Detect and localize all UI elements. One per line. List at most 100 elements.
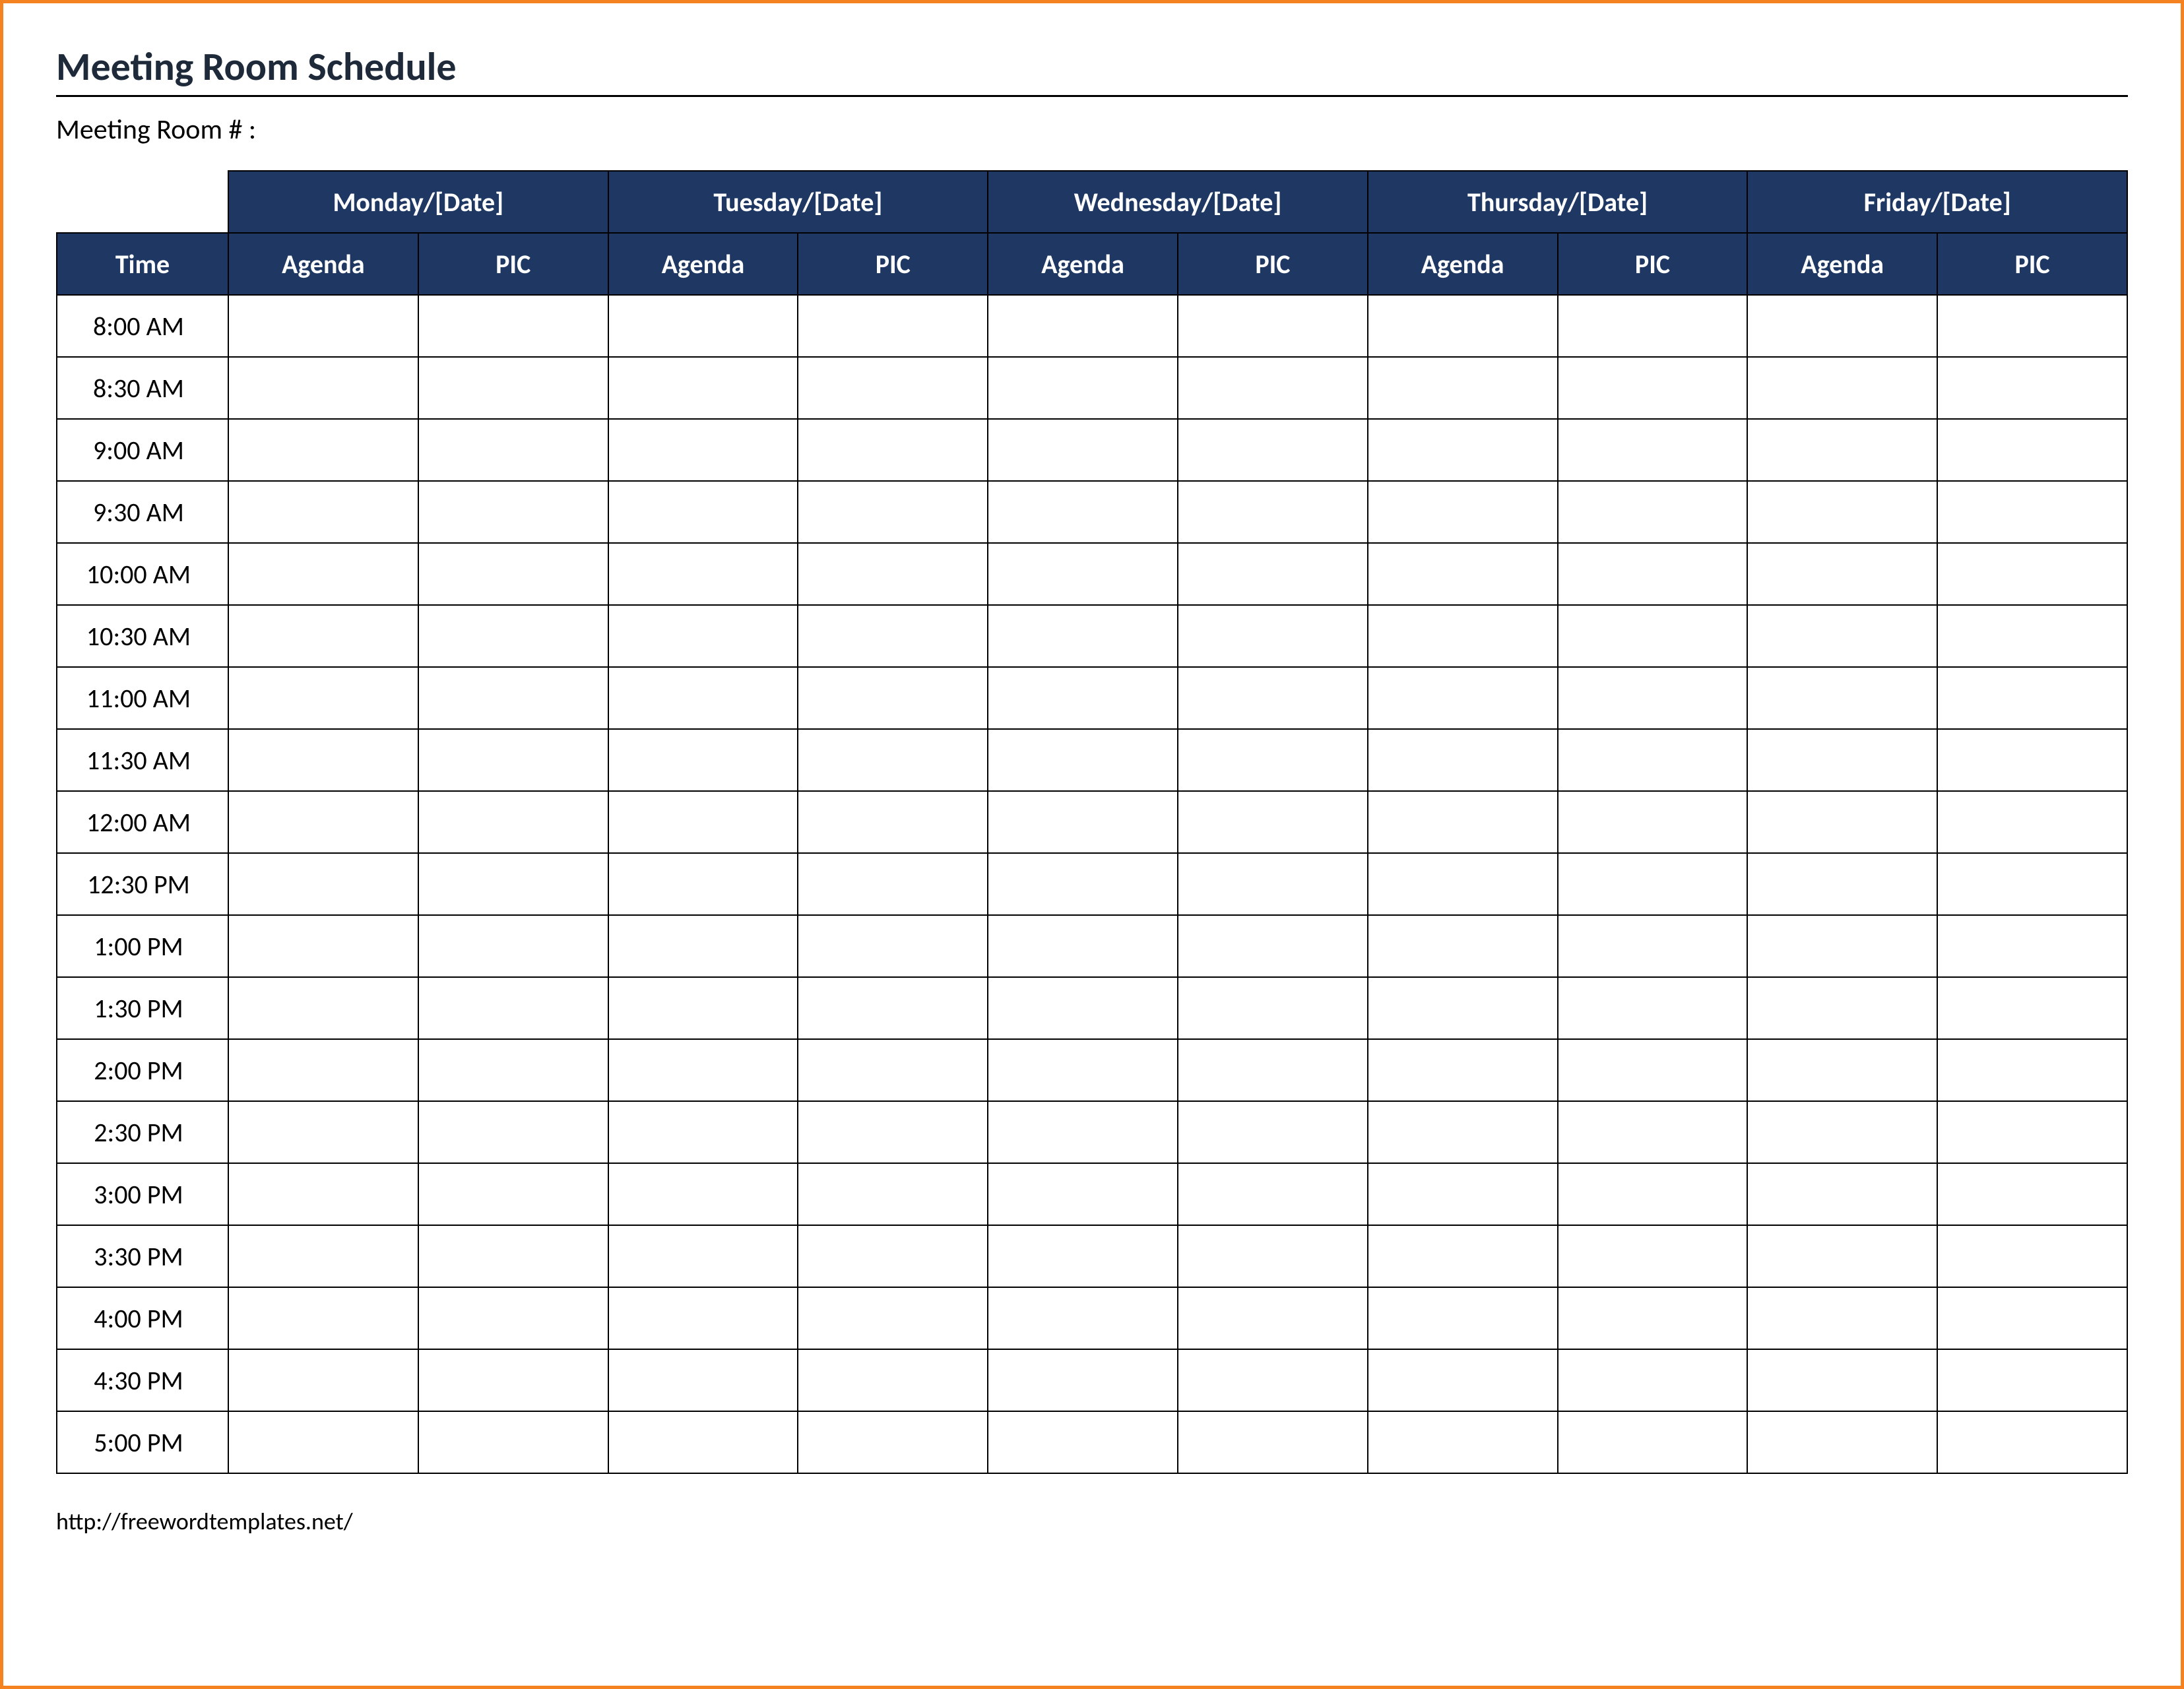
slot-cell[interactable] [988, 853, 1178, 915]
slot-cell[interactable] [1368, 1101, 1558, 1163]
slot-cell[interactable] [1368, 357, 1558, 419]
slot-cell[interactable] [1178, 853, 1368, 915]
slot-cell[interactable] [228, 1411, 418, 1473]
slot-cell[interactable] [988, 1287, 1178, 1349]
slot-cell[interactable] [608, 1349, 798, 1411]
slot-cell[interactable] [1178, 1225, 1368, 1287]
slot-cell[interactable] [418, 605, 608, 667]
slot-cell[interactable] [988, 481, 1178, 543]
slot-cell[interactable] [608, 605, 798, 667]
slot-cell[interactable] [1937, 729, 2127, 791]
slot-cell[interactable] [608, 1225, 798, 1287]
slot-cell[interactable] [1558, 1225, 1748, 1287]
slot-cell[interactable] [228, 1349, 418, 1411]
slot-cell[interactable] [1178, 481, 1368, 543]
slot-cell[interactable] [1747, 543, 1937, 605]
slot-cell[interactable] [418, 915, 608, 977]
slot-cell[interactable] [988, 1101, 1178, 1163]
slot-cell[interactable] [418, 295, 608, 357]
slot-cell[interactable] [988, 543, 1178, 605]
slot-cell[interactable] [1747, 977, 1937, 1039]
slot-cell[interactable] [798, 1411, 988, 1473]
slot-cell[interactable] [1178, 977, 1368, 1039]
slot-cell[interactable] [418, 1039, 608, 1101]
slot-cell[interactable] [1747, 791, 1937, 853]
slot-cell[interactable] [1368, 481, 1558, 543]
slot-cell[interactable] [988, 1349, 1178, 1411]
slot-cell[interactable] [988, 419, 1178, 481]
slot-cell[interactable] [1937, 1225, 2127, 1287]
slot-cell[interactable] [1558, 1039, 1748, 1101]
slot-cell[interactable] [1368, 1163, 1558, 1225]
slot-cell[interactable] [608, 791, 798, 853]
slot-cell[interactable] [228, 1101, 418, 1163]
slot-cell[interactable] [228, 1039, 418, 1101]
slot-cell[interactable] [798, 295, 988, 357]
slot-cell[interactable] [1937, 791, 2127, 853]
slot-cell[interactable] [608, 729, 798, 791]
slot-cell[interactable] [418, 977, 608, 1039]
slot-cell[interactable] [798, 1287, 988, 1349]
slot-cell[interactable] [1368, 543, 1558, 605]
slot-cell[interactable] [988, 295, 1178, 357]
slot-cell[interactable] [1937, 605, 2127, 667]
slot-cell[interactable] [1747, 605, 1937, 667]
slot-cell[interactable] [608, 1163, 798, 1225]
slot-cell[interactable] [608, 977, 798, 1039]
slot-cell[interactable] [1937, 1287, 2127, 1349]
slot-cell[interactable] [1558, 667, 1748, 729]
slot-cell[interactable] [228, 481, 418, 543]
slot-cell[interactable] [1178, 1101, 1368, 1163]
slot-cell[interactable] [988, 605, 1178, 667]
slot-cell[interactable] [608, 295, 798, 357]
slot-cell[interactable] [1368, 1039, 1558, 1101]
slot-cell[interactable] [1178, 729, 1368, 791]
slot-cell[interactable] [418, 729, 608, 791]
slot-cell[interactable] [1747, 1039, 1937, 1101]
slot-cell[interactable] [1558, 481, 1748, 543]
slot-cell[interactable] [1747, 1287, 1937, 1349]
slot-cell[interactable] [798, 791, 988, 853]
slot-cell[interactable] [228, 853, 418, 915]
slot-cell[interactable] [1558, 1411, 1748, 1473]
slot-cell[interactable] [1937, 1349, 2127, 1411]
slot-cell[interactable] [228, 729, 418, 791]
slot-cell[interactable] [1178, 791, 1368, 853]
slot-cell[interactable] [1937, 853, 2127, 915]
slot-cell[interactable] [1558, 543, 1748, 605]
slot-cell[interactable] [1368, 915, 1558, 977]
slot-cell[interactable] [798, 419, 988, 481]
slot-cell[interactable] [1178, 1163, 1368, 1225]
slot-cell[interactable] [228, 667, 418, 729]
slot-cell[interactable] [1368, 667, 1558, 729]
slot-cell[interactable] [608, 1101, 798, 1163]
slot-cell[interactable] [798, 667, 988, 729]
slot-cell[interactable] [1558, 853, 1748, 915]
slot-cell[interactable] [1368, 1411, 1558, 1473]
slot-cell[interactable] [1937, 357, 2127, 419]
slot-cell[interactable] [1368, 729, 1558, 791]
slot-cell[interactable] [798, 915, 988, 977]
slot-cell[interactable] [1178, 605, 1368, 667]
slot-cell[interactable] [1747, 1163, 1937, 1225]
slot-cell[interactable] [1937, 419, 2127, 481]
slot-cell[interactable] [1747, 1349, 1937, 1411]
slot-cell[interactable] [228, 791, 418, 853]
slot-cell[interactable] [798, 1163, 988, 1225]
slot-cell[interactable] [1368, 791, 1558, 853]
slot-cell[interactable] [1368, 977, 1558, 1039]
slot-cell[interactable] [1937, 1039, 2127, 1101]
slot-cell[interactable] [1937, 1163, 2127, 1225]
slot-cell[interactable] [608, 667, 798, 729]
slot-cell[interactable] [1368, 853, 1558, 915]
slot-cell[interactable] [1178, 543, 1368, 605]
slot-cell[interactable] [1368, 1349, 1558, 1411]
slot-cell[interactable] [418, 543, 608, 605]
slot-cell[interactable] [418, 1411, 608, 1473]
slot-cell[interactable] [798, 1349, 988, 1411]
slot-cell[interactable] [228, 357, 418, 419]
slot-cell[interactable] [988, 977, 1178, 1039]
slot-cell[interactable] [418, 1101, 608, 1163]
slot-cell[interactable] [1178, 915, 1368, 977]
slot-cell[interactable] [1178, 357, 1368, 419]
